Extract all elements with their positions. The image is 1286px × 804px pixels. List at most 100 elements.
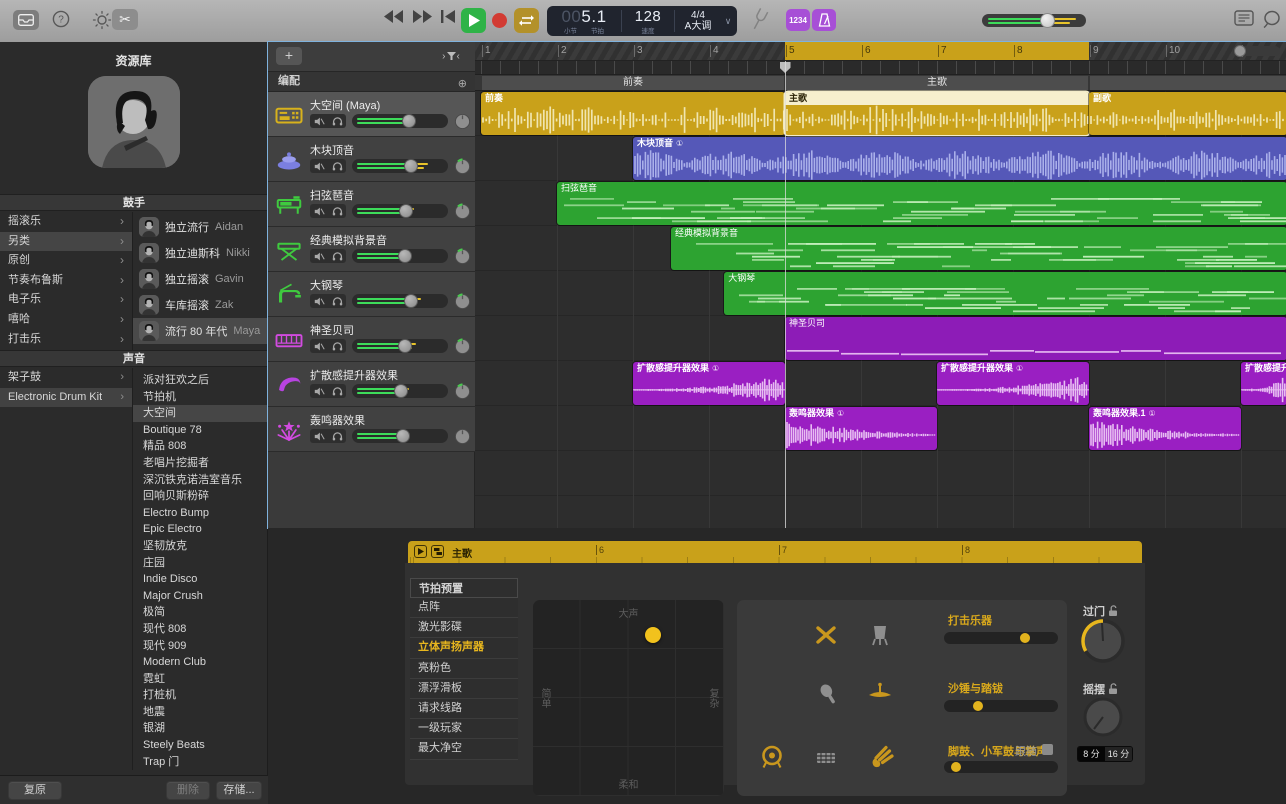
drummer-category-item[interactable]: 原创› [0,251,132,271]
region[interactable]: 前奏 [481,92,785,135]
rewind-icon[interactable] [384,10,404,23]
mixer-slider[interactable] [944,761,1058,773]
beat-preset-item[interactable]: 立体声扬声器 [410,638,518,658]
lcd-display[interactable]: 005.1 小节节拍 128 速度 4/4 A大调 ∨ [547,6,737,36]
display-icon[interactable] [1234,10,1254,26]
track-volume-slider[interactable] [352,249,448,263]
track-header[interactable]: 轰鸣器效果 [268,407,475,452]
sound-item[interactable]: Steely Beats [133,737,268,754]
arrangement-section[interactable]: 主歌 [786,76,1088,90]
mute-button[interactable] [310,249,328,263]
beat-preset-item[interactable]: 激光影碟 [410,618,518,638]
conga-icon[interactable] [867,622,893,648]
track-volume-slider[interactable] [352,294,448,308]
solo-button[interactable] [328,384,346,398]
sound-item[interactable]: Major Crush [133,588,268,605]
project-chooser-icon[interactable] [13,10,39,30]
mute-button[interactable] [310,429,328,443]
region[interactable]: 轰鸣器效果① [785,407,937,450]
master-volume-knob[interactable] [1040,13,1055,28]
mixer-slider[interactable] [944,632,1058,644]
volume-knob[interactable] [396,429,410,443]
solo-button[interactable] [328,339,346,353]
track-volume-slider[interactable] [352,429,448,443]
drummer-category-item[interactable]: 打击乐› [0,330,132,350]
sound-item[interactable]: 坚韧放克 [133,538,268,555]
drummer-category-item[interactable]: 节奏布鲁斯› [0,271,132,291]
mute-button[interactable] [310,294,328,308]
sound-item[interactable]: Epic Electro [133,521,268,538]
count-in-button[interactable]: 1234 [786,9,810,31]
region[interactable]: 大钢琴 [724,272,1286,315]
kick-icon[interactable] [759,744,785,770]
sound-item[interactable]: 派对狂欢之后 [133,372,268,389]
mute-button[interactable] [310,339,328,353]
sound-item[interactable]: 庄园 [133,555,268,572]
beat-preset-item[interactable]: 最大净空 [410,739,518,759]
save-button[interactable]: 存储... [216,781,262,800]
play-icon[interactable] [461,8,486,33]
drummer-xy-pad[interactable]: 大声 柔和 简单 复杂 [533,600,724,796]
track-header[interactable]: 大钢琴 [268,272,475,317]
tuning-fork-icon[interactable] [751,8,767,32]
region[interactable]: 扩散感提升器效果① [937,362,1089,405]
xy-pad-puck[interactable] [645,627,661,643]
pan-knob[interactable] [454,383,471,400]
volume-knob[interactable] [402,114,416,128]
play-icon[interactable] [414,545,427,558]
mute-button[interactable] [310,384,328,398]
drummer-item[interactable]: 独立摇滚Gavin [133,266,268,292]
solo-button[interactable] [328,249,346,263]
beat-presets-header[interactable]: 节拍预置 [410,578,518,598]
bar-ruler[interactable]: 1234567891011 [475,42,1286,61]
sound-item[interactable]: Trap 门 [133,754,268,771]
beat-ruler[interactable] [475,61,1286,75]
region[interactable]: 扩散感提升器效果① [633,362,785,405]
sound-item[interactable]: 现代 808 [133,621,268,638]
drummer-category-item[interactable]: 嘻哈› [0,310,132,330]
mute-button[interactable] [310,204,328,218]
track-volume-slider[interactable] [352,384,448,398]
swing-knob[interactable] [1081,695,1125,744]
kit-item[interactable]: Electronic Drum Kit› [0,388,132,408]
go-to-beginning-icon[interactable] [441,10,455,23]
volume-knob[interactable] [398,339,412,353]
editor-region-header[interactable]: 主歌 678 [408,541,1142,563]
track-volume-slider[interactable] [352,114,448,128]
clap-icon[interactable] [869,743,895,769]
delete-button[interactable]: 删除 [166,781,210,800]
beat-preset-item[interactable]: 请求线路 [410,699,518,719]
help-icon[interactable]: ? [52,10,70,28]
cycle-region[interactable] [785,42,1089,60]
regions-icon[interactable] [431,545,444,558]
region[interactable]: 木块顶音① [633,137,1286,180]
loop-browser-icon[interactable] [1263,10,1281,29]
sound-item[interactable]: Boutique 78 [133,422,268,439]
track-header[interactable]: 神圣贝司 [268,317,475,362]
fast-forward-icon[interactable] [412,10,432,23]
drummer-category-item[interactable]: 另类› [0,232,132,252]
volume-knob[interactable] [398,249,412,263]
region[interactable]: 副歌 [1089,92,1286,135]
sound-item[interactable]: 回响贝斯粉碎 [133,488,268,505]
sound-item[interactable]: 地震 [133,704,268,721]
follow-checkbox[interactable] [1042,744,1053,755]
mixer-slider-knob[interactable] [951,762,961,772]
pan-knob[interactable] [454,248,471,265]
pan-knob[interactable] [454,293,471,310]
sound-item[interactable]: 现代 909 [133,638,268,655]
region[interactable]: 经典模拟背景音 [671,227,1286,270]
solo-button[interactable] [328,159,346,173]
region[interactable]: 轰鸣器效果.1① [1089,407,1241,450]
track-filter-icon[interactable]: ›‹ [437,47,465,65]
division-option[interactable]: 16 分 [1105,747,1132,761]
beat-preset-item[interactable]: 一级玩家 [410,719,518,739]
drummer-item[interactable]: 车库摇滚Zak [133,292,268,318]
sound-item[interactable]: 大空间 [133,405,268,422]
revert-button[interactable]: 复原 [8,781,62,800]
lcd-chevron-down-icon[interactable]: ∨ [721,6,735,36]
solo-button[interactable] [328,204,346,218]
zoom-slider[interactable] [1232,46,1280,56]
mixer-slider[interactable] [944,700,1058,712]
arrangement-section[interactable]: 前奏 [482,76,784,90]
